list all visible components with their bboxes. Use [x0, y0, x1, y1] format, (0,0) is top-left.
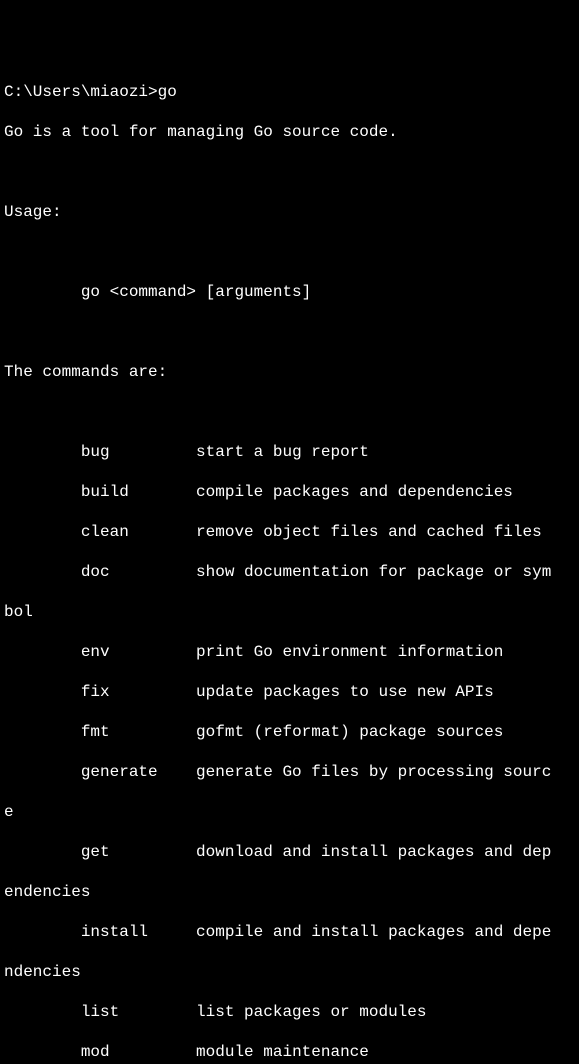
command-desc: gofmt (reformat) package sources [196, 723, 503, 741]
command-desc: module maintenance [196, 1043, 369, 1061]
description-line: Go is a tool for managing Go source code… [4, 122, 575, 142]
wrap-line: endencies [4, 882, 575, 902]
command-desc: generate Go files by processing sourc [196, 763, 551, 781]
command-name: clean [81, 523, 129, 541]
command-name: fmt [81, 723, 110, 741]
usage-syntax: go <command> [arguments] [4, 282, 575, 302]
prompt-path: C:\Users\miaozi> [4, 83, 158, 101]
command-name: bug [81, 443, 110, 461]
command-row: generate generate Go files by processing… [4, 762, 575, 782]
command-desc: compile packages and dependencies [196, 483, 513, 501]
wrap-line: ndencies [4, 962, 575, 982]
command-name: get [81, 843, 110, 861]
command-desc: remove object files and cached files [196, 523, 542, 541]
command-desc: download and install packages and dep [196, 843, 551, 861]
command-name: env [81, 643, 110, 661]
command-desc: print Go environment information [196, 643, 503, 661]
wrap-line: bol [4, 602, 575, 622]
wrap-line: e [4, 802, 575, 822]
blank-line [4, 162, 575, 182]
command-row: clean remove object files and cached fil… [4, 522, 575, 542]
command-row: doc show documentation for package or sy… [4, 562, 575, 582]
command-desc: start a bug report [196, 443, 369, 461]
blank-line [4, 402, 575, 422]
command-row: install compile and install packages and… [4, 922, 575, 942]
command-desc: show documentation for package or sym [196, 563, 551, 581]
command-name: mod [81, 1043, 110, 1061]
command-desc: compile and install packages and depe [196, 923, 551, 941]
command-name: list [81, 1003, 119, 1021]
command-row: list list packages or modules [4, 1002, 575, 1022]
command-desc: update packages to use new APIs [196, 683, 494, 701]
command-name: build [81, 483, 129, 501]
usage-label: Usage: [4, 202, 575, 222]
command-row: get download and install packages and de… [4, 842, 575, 862]
prompt-command: go [158, 83, 177, 101]
command-row: fmt gofmt (reformat) package sources [4, 722, 575, 742]
blank-line [4, 322, 575, 342]
command-row: env print Go environment information [4, 642, 575, 662]
command-name: generate [81, 763, 158, 781]
command-desc: list packages or modules [196, 1003, 426, 1021]
command-row: mod module maintenance [4, 1042, 575, 1062]
command-name: doc [81, 563, 110, 581]
command-row: fix update packages to use new APIs [4, 682, 575, 702]
command-name: install [81, 923, 148, 941]
commands-header: The commands are: [4, 362, 575, 382]
blank-line [4, 242, 575, 262]
command-row: build compile packages and dependencies [4, 482, 575, 502]
command-row: bug start a bug report [4, 442, 575, 462]
command-name: fix [81, 683, 110, 701]
prompt-line[interactable]: C:\Users\miaozi>go [4, 82, 575, 102]
